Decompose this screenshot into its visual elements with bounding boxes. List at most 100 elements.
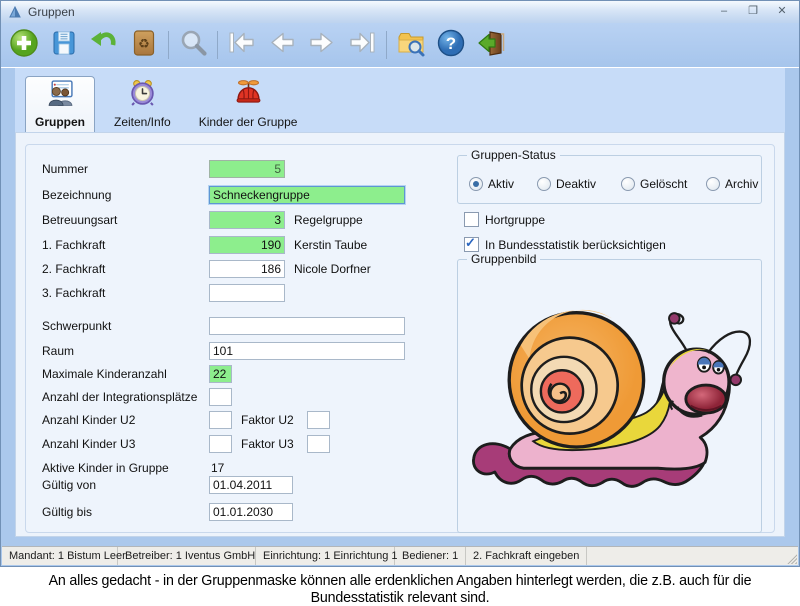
statusbar-hint: 2. Fachkraft eingeben bbox=[466, 547, 587, 565]
radio-label: Deaktiv bbox=[556, 177, 596, 191]
app-logo-icon bbox=[8, 5, 22, 19]
groupbox-legend: Gruppenbild bbox=[467, 252, 540, 266]
gueltig-von-field[interactable] bbox=[209, 476, 293, 494]
tab-gruppen[interactable]: Gruppen bbox=[25, 76, 95, 132]
fachkraft2-name: Nicole Dorfner bbox=[294, 262, 371, 276]
alarm-clock-icon bbox=[129, 79, 156, 111]
first-record-button[interactable] bbox=[223, 26, 261, 64]
minimize-button[interactable]: – bbox=[717, 4, 731, 18]
help-button[interactable]: ? bbox=[432, 26, 470, 64]
nummer-field[interactable] bbox=[209, 160, 285, 178]
tab-control: Gruppen Zeiten/Info Kinder der Gruppe bbox=[15, 68, 785, 537]
undo-button[interactable] bbox=[85, 26, 123, 64]
field-label: Gültig bis bbox=[42, 505, 92, 519]
field-label: 2. Fachkraft bbox=[42, 262, 105, 276]
statusbar-filler bbox=[587, 547, 798, 565]
integrationsplaetze-field[interactable] bbox=[209, 388, 232, 406]
gruppenbild-groupbox: Gruppenbild bbox=[457, 259, 762, 533]
tab-zeiten-info-label: Zeiten/Info bbox=[114, 115, 171, 129]
group-people-icon bbox=[47, 79, 74, 111]
toolbar-separator bbox=[217, 31, 218, 59]
maximale-kinderanzahl-field[interactable] bbox=[209, 365, 232, 383]
fachkraft2-field[interactable] bbox=[209, 260, 285, 278]
add-icon bbox=[9, 28, 39, 63]
statusbar: Mandant: 1 Bistum Leer Betreiber: 1 Iven… bbox=[2, 546, 798, 565]
field-label: Maximale Kinderanzahl bbox=[42, 367, 167, 381]
bezeichnung-field[interactable] bbox=[209, 186, 405, 204]
field-label: Gültig von bbox=[42, 478, 96, 492]
radio-icon bbox=[469, 177, 483, 191]
radio-label: Archiv bbox=[725, 177, 758, 191]
radio-aktiv[interactable]: Aktiv bbox=[469, 177, 514, 191]
fachkraft1-field[interactable] bbox=[209, 236, 285, 254]
groupbox-legend: Gruppen-Status bbox=[467, 148, 560, 162]
faktor-u2-field[interactable] bbox=[307, 411, 330, 429]
faktor-u3-field[interactable] bbox=[307, 435, 330, 453]
radio-deaktiv[interactable]: Deaktiv bbox=[537, 177, 596, 191]
betreuungsart-field[interactable] bbox=[209, 211, 285, 229]
field-label: Aktive Kinder in Gruppe bbox=[42, 461, 169, 475]
statusbar-bediener: Bediener: 1 bbox=[395, 547, 466, 565]
field-label: Betreuungsart bbox=[42, 213, 117, 227]
propeller-cap-icon bbox=[235, 79, 262, 111]
screenshot-caption: An alles gedacht - in der Gruppenmaske k… bbox=[20, 572, 780, 606]
maximize-button[interactable]: ❐ bbox=[746, 4, 760, 18]
save-button[interactable] bbox=[45, 26, 83, 64]
next-record-button[interactable] bbox=[303, 26, 341, 64]
svg-text:?: ? bbox=[446, 34, 456, 53]
field-label: 3. Fachkraft bbox=[42, 286, 105, 300]
search-button[interactable] bbox=[174, 26, 212, 64]
tab-kinder-der-gruppe[interactable]: Kinder der Gruppe bbox=[190, 82, 307, 132]
gueltig-bis-field[interactable] bbox=[209, 503, 293, 521]
field-label: Schwerpunkt bbox=[42, 319, 111, 333]
exit-door-icon bbox=[476, 28, 506, 63]
fachkraft3-field[interactable] bbox=[209, 284, 285, 302]
tab-strip: Gruppen Zeiten/Info Kinder der Gruppe bbox=[15, 68, 785, 132]
schwerpunkt-field[interactable] bbox=[209, 317, 405, 335]
previous-record-button[interactable] bbox=[263, 26, 301, 64]
checkbox-icon bbox=[464, 237, 479, 252]
toolbar-separator bbox=[386, 31, 387, 59]
betreuungsart-name: Regelgruppe bbox=[294, 213, 363, 227]
search-icon bbox=[178, 28, 208, 63]
folder-search-icon bbox=[396, 28, 426, 63]
delete-recycle-button[interactable]: ♻ bbox=[125, 26, 163, 64]
field-label: 1. Fachkraft bbox=[42, 238, 105, 252]
tab-zeiten-info[interactable]: Zeiten/Info bbox=[105, 82, 180, 132]
gruppen-status-groupbox: Gruppen-Status Aktiv Deaktiv Gelöscht Ar… bbox=[457, 155, 762, 204]
close-button[interactable]: ✕ bbox=[775, 4, 789, 18]
window-title: Gruppen bbox=[28, 5, 75, 19]
toolbar-separator bbox=[168, 31, 169, 59]
toolbar: ♻ ? bbox=[1, 23, 799, 68]
resize-grip-icon[interactable] bbox=[786, 553, 797, 564]
anzahl-kinder-u2-field[interactable] bbox=[209, 411, 232, 429]
radio-geloescht[interactable]: Gelöscht bbox=[621, 177, 687, 191]
undo-icon bbox=[89, 28, 119, 63]
first-record-icon bbox=[227, 28, 257, 63]
radio-icon bbox=[537, 177, 551, 191]
radio-icon bbox=[706, 177, 720, 191]
bundesstatistik-checkbox[interactable]: In Bundesstatistik berücksichtigen bbox=[464, 237, 666, 252]
field-label: Anzahl Kinder U3 bbox=[42, 437, 135, 451]
add-button[interactable] bbox=[5, 26, 43, 64]
group-image-snail bbox=[466, 277, 754, 523]
last-record-button[interactable] bbox=[343, 26, 381, 64]
tab-kinder-der-gruppe-label: Kinder der Gruppe bbox=[199, 115, 298, 129]
field-label: Faktor U3 bbox=[241, 437, 294, 451]
help-icon: ? bbox=[436, 28, 466, 63]
raum-field[interactable] bbox=[209, 342, 405, 360]
previous-record-icon bbox=[267, 28, 297, 63]
hortgruppe-checkbox[interactable]: Hortgruppe bbox=[464, 212, 545, 227]
field-label: Nummer bbox=[42, 162, 88, 176]
exit-button[interactable] bbox=[472, 26, 510, 64]
field-label: Bezeichnung bbox=[42, 188, 111, 202]
anzahl-kinder-u3-field[interactable] bbox=[209, 435, 232, 453]
browse-search-button[interactable] bbox=[392, 26, 430, 64]
statusbar-betreiber: Betreiber: 1 Iventus GmbH bbox=[118, 547, 256, 565]
form-row: Betreuungsart Regelgruppe bbox=[42, 211, 766, 229]
field-label: Anzahl Kinder U2 bbox=[42, 413, 135, 427]
aktive-kinder-value: 17 bbox=[211, 461, 224, 475]
checkbox-label: Hortgruppe bbox=[485, 213, 545, 227]
radio-archiv[interactable]: Archiv bbox=[706, 177, 758, 191]
svg-text:♻: ♻ bbox=[138, 37, 150, 52]
